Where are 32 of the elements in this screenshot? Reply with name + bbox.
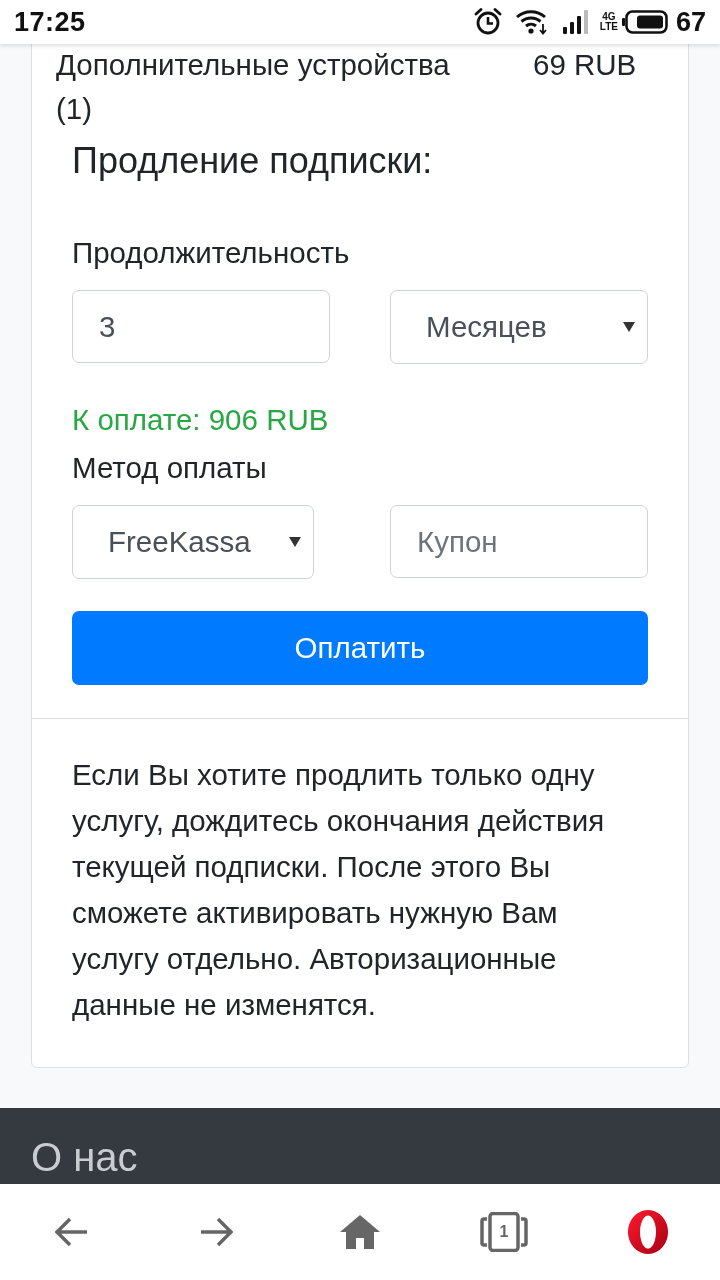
pay-button[interactable]: Оплатить	[72, 611, 648, 685]
back-button[interactable]	[55, 1217, 89, 1247]
wifi-icon	[515, 9, 548, 35]
status-time: 17:25	[14, 6, 86, 38]
opera-menu-button[interactable]	[628, 1210, 668, 1254]
signal-icon	[561, 9, 590, 35]
home-button[interactable]	[340, 1215, 380, 1249]
duration-label: Продолжительность	[72, 235, 351, 271]
period-select[interactable]: Месяцев	[390, 290, 648, 364]
item-price: 69 RUB	[533, 47, 638, 83]
network-type-label: 4G LTE	[599, 12, 618, 32]
alarm-clock-icon	[473, 8, 502, 36]
section-title: Продление подписки:	[72, 140, 434, 182]
caret-icon	[289, 537, 301, 547]
item-name: Дополнительные устройства (1)	[56, 47, 451, 127]
payment-method-label: Метод оплаты	[72, 450, 268, 486]
forward-arrow-icon	[199, 1217, 233, 1247]
total-amount: К оплате: 906 RUB	[72, 402, 330, 438]
tabs-icon	[480, 1212, 528, 1252]
duration-input[interactable]: 3	[72, 290, 330, 363]
back-arrow-icon	[55, 1217, 89, 1247]
tabs-button[interactable]: 1	[480, 1212, 528, 1252]
opera-logo-icon	[628, 1210, 668, 1254]
footer-title: О нас	[31, 1134, 139, 1180]
battery-icon	[621, 10, 668, 34]
home-icon	[340, 1215, 380, 1249]
forward-button[interactable]	[199, 1217, 233, 1247]
caret-icon	[623, 322, 635, 332]
note-text: Если Вы хотите продлить только одну услугу, дождитесь окончания действия текущей подписки. После этого Вы сможете активировать нужную Вам услугу отдельно. Авторизационные данные не изменятся.	[72, 757, 606, 1023]
coupon-input[interactable]: Купон	[390, 505, 648, 578]
payment-method-select[interactable]: FreeKassa	[72, 505, 314, 579]
battery-percentage: 67	[675, 6, 706, 38]
